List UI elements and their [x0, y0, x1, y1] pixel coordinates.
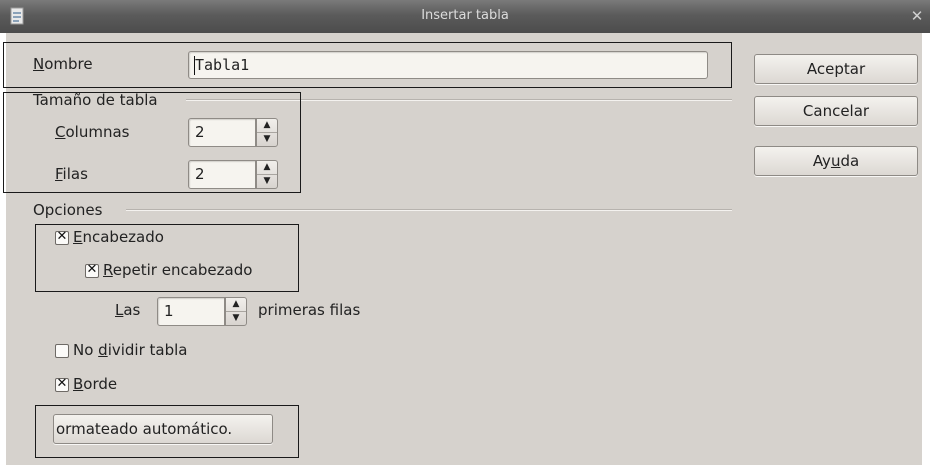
cancel-button[interactable]: Cancelar: [754, 96, 918, 126]
options-separator: [126, 209, 732, 211]
help-button-post: da: [840, 152, 860, 170]
border-label[interactable]: Borde: [73, 375, 117, 393]
first-rows-post-label: primeras filas: [258, 301, 361, 319]
annotation-box-name: [3, 42, 732, 88]
help-button[interactable]: Ayuda: [754, 146, 918, 176]
check-mark-icon: ✕: [56, 376, 68, 391]
dont-split-label-pre: No: [73, 341, 99, 359]
first-rows-field[interactable]: 1: [157, 297, 225, 326]
first-rows-spin-buttons[interactable]: ▲ ▼: [225, 297, 247, 326]
options-heading: Opciones: [33, 201, 103, 219]
close-icon[interactable]: ✕: [908, 7, 926, 25]
dont-split-label-mnemonic: d: [98, 341, 108, 359]
dont-split-label[interactable]: No dividir tabla: [73, 341, 188, 359]
first-rows-spinbox[interactable]: 1 ▲ ▼: [157, 297, 247, 326]
first-rows-pre-label: Las: [115, 301, 140, 319]
annotation-box-autoformat: [35, 405, 299, 458]
annotation-box-table-size: [3, 92, 301, 193]
dont-split-checkbox[interactable]: [55, 344, 69, 358]
border-label-mnemonic: B: [73, 375, 84, 393]
dont-split-label-rest: ividir tabla: [107, 341, 188, 359]
border-label-rest: orde: [83, 375, 118, 393]
border-checkbox[interactable]: ✕: [55, 376, 69, 392]
ok-button[interactable]: Aceptar: [754, 54, 918, 84]
first-rows-value: 1: [164, 302, 174, 320]
help-button-pre: Ay: [812, 152, 831, 170]
spin-down-icon[interactable]: ▼: [226, 312, 246, 325]
dialog-right-edge: [922, 33, 930, 465]
spin-up-icon[interactable]: ▲: [226, 298, 246, 312]
first-rows-pre-rest: as: [123, 301, 141, 319]
title-bar: Insertar tabla ✕: [0, 0, 930, 33]
window-title: Insertar tabla: [421, 8, 509, 23]
annotation-box-header-options: [35, 224, 299, 292]
